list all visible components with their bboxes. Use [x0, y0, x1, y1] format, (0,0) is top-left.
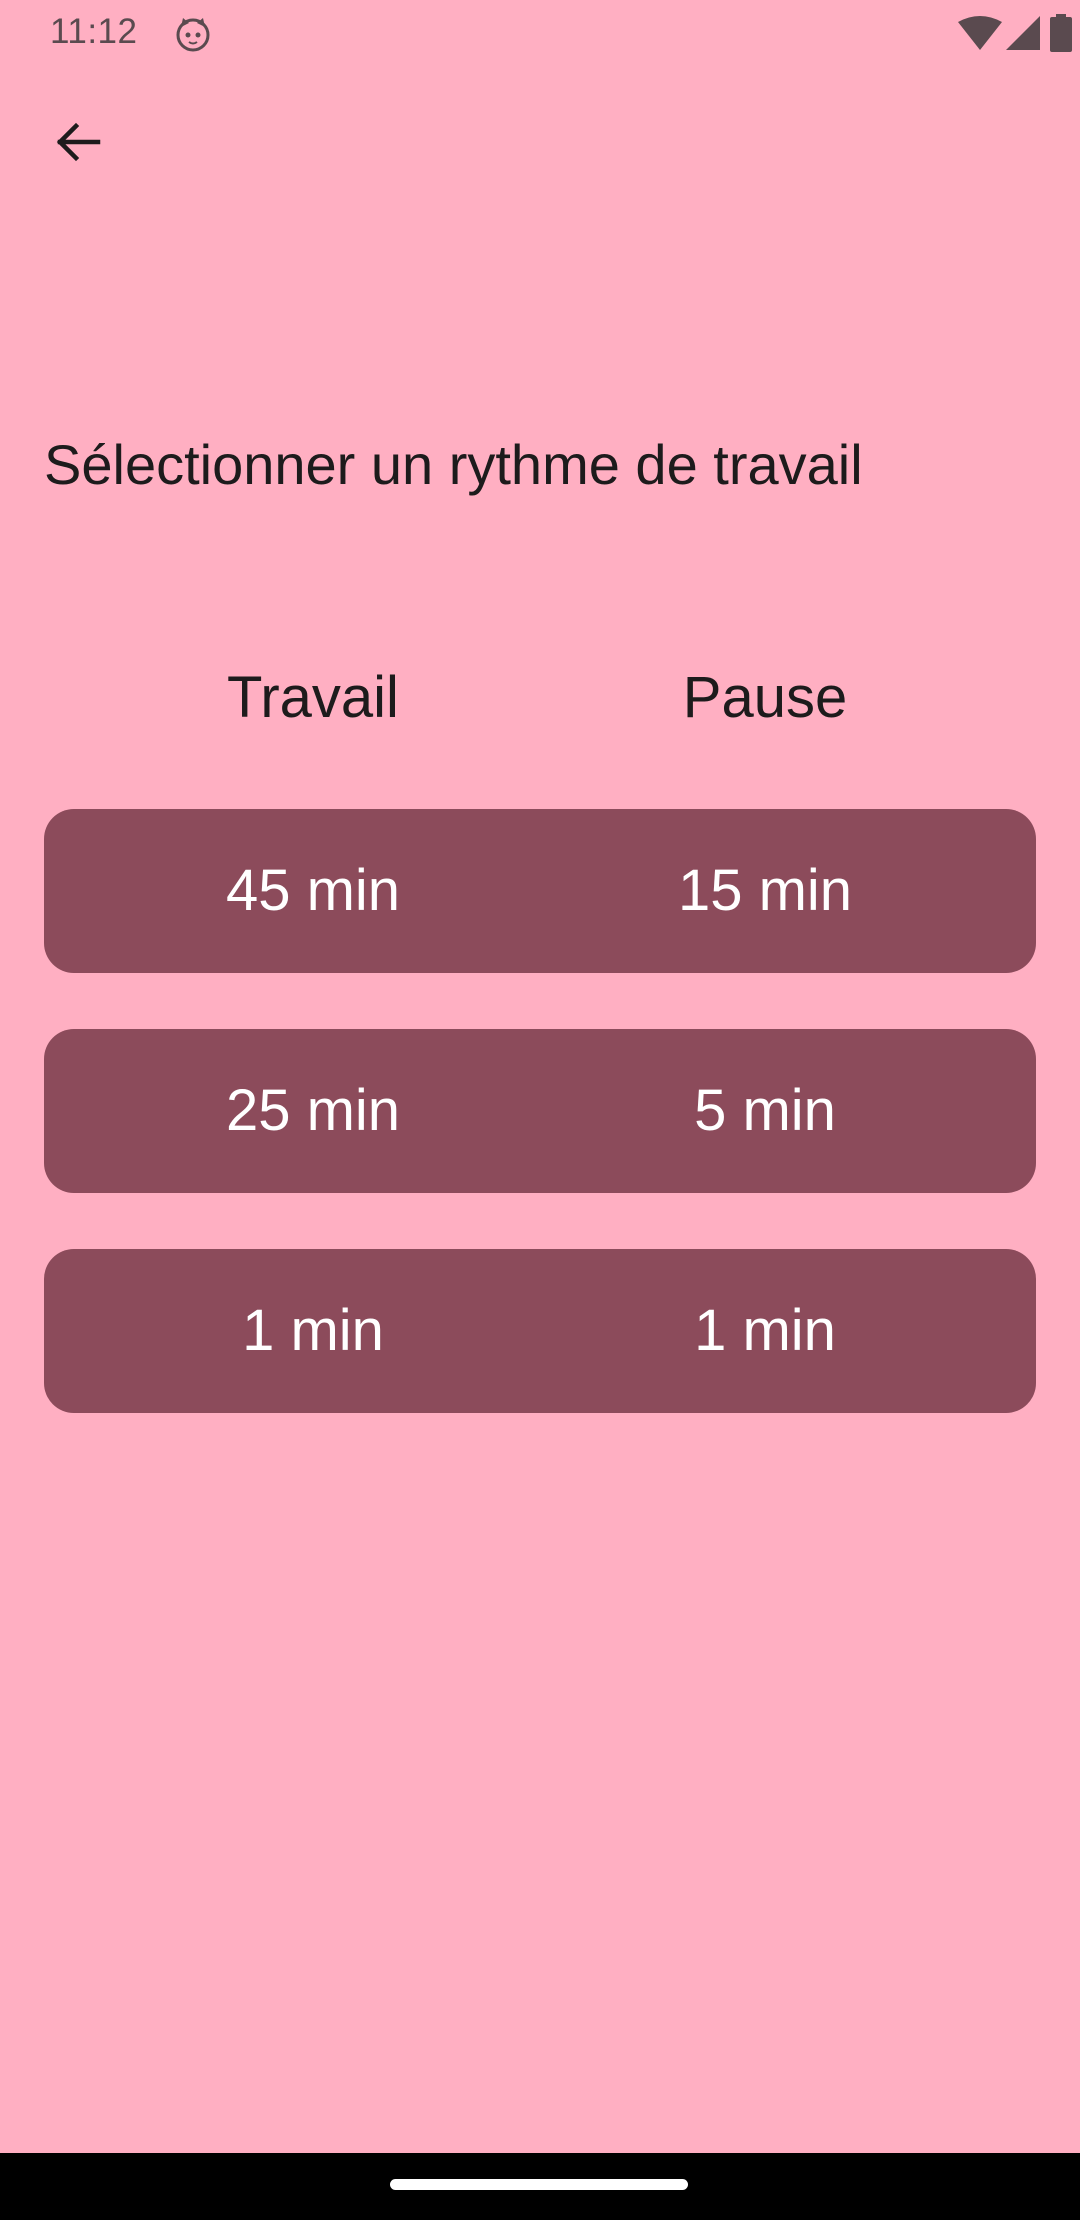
- rhythm-option-45-15[interactable]: 45 min 15 min: [44, 809, 1036, 973]
- arrow-back-icon: [56, 122, 101, 162]
- column-header-work: Travail: [227, 665, 399, 730]
- navigation-bar: [0, 2153, 1080, 2220]
- rhythm-pause-duration: 5 min: [694, 1078, 836, 1143]
- rhythm-option-25-5[interactable]: 25 min 5 min: [44, 1029, 1036, 1193]
- status-bar: 11:12: [0, 0, 1080, 66]
- rhythm-pause-duration: 1 min: [694, 1298, 836, 1363]
- back-button[interactable]: [40, 104, 116, 180]
- page-title: Sélectionner un rythme de travail: [44, 433, 863, 496]
- column-header-pause: Pause: [682, 665, 848, 730]
- signal-icon: [1006, 16, 1040, 50]
- rhythm-option-1-1[interactable]: 1 min 1 min: [44, 1249, 1036, 1413]
- battery-icon: [1050, 14, 1072, 52]
- rhythm-work-duration: 45 min: [225, 858, 401, 923]
- home-gesture-handle[interactable]: [390, 2179, 688, 2190]
- rhythm-work-duration: 1 min: [242, 1298, 384, 1363]
- wifi-icon: [958, 16, 1002, 50]
- cat-icon: [176, 18, 210, 52]
- status-icons: [880, 14, 1080, 54]
- status-time: 11:12: [50, 12, 138, 51]
- rhythm-pause-duration: 15 min: [677, 858, 853, 923]
- rhythm-work-duration: 25 min: [225, 1078, 401, 1143]
